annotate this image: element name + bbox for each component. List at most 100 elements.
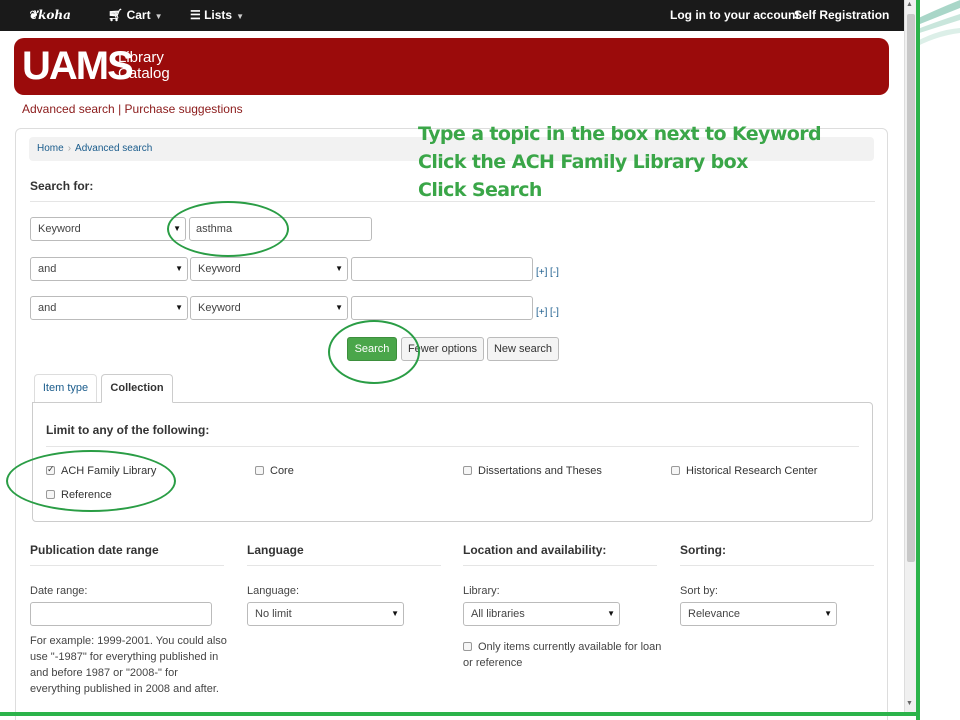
slide: ❦koha 🛒︎ Cart ▼ ☰ Lists ▼ Log in to your a… — [0, 0, 960, 720]
operator-select-3[interactable]: and ▼ — [30, 296, 188, 320]
collection-option-core[interactable]: Core — [255, 465, 294, 477]
scroll-thumb[interactable] — [907, 14, 915, 562]
checkbox[interactable] — [255, 466, 264, 475]
operator-select-2-value: and — [38, 263, 57, 275]
divider — [46, 446, 859, 447]
highlight-ellipse-search — [328, 320, 420, 384]
index-select-2[interactable]: Keyword ▼ — [190, 257, 348, 281]
logo-subtitle-line1: Library — [118, 49, 164, 66]
vertical-scrollbar[interactable]: ▲ ▼ — [904, 0, 916, 712]
option-label: Historical Research Center — [686, 465, 818, 477]
library-select[interactable]: All libraries ▼ — [463, 602, 620, 626]
sort-by-label: Sort by: — [680, 585, 718, 597]
available-only-label: Only items currently available for loan … — [463, 641, 662, 669]
tab-item-type[interactable]: Item type — [34, 374, 97, 402]
instruction-line-2: Click the ACH Family Library box — [418, 151, 748, 173]
chevron-down-icon: ▼ — [175, 303, 183, 312]
top-navbar: ❦koha 🛒︎ Cart ▼ ☰ Lists ▼ Log in to your a… — [0, 0, 904, 31]
uams-logo[interactable]: UAMS — [22, 46, 134, 86]
date-range-input[interactable] — [30, 602, 212, 626]
highlight-ellipse-ach — [6, 450, 176, 512]
limit-label: Limit to any of the following: — [46, 423, 210, 437]
main-panel: Home › Advanced search Search for: Keyword… — [15, 128, 888, 720]
collection-option-dissertations[interactable]: Dissertations and Theses — [463, 465, 602, 477]
checkbox[interactable] — [671, 466, 680, 475]
sub-navigation: Advanced search | Purchase suggestions — [22, 102, 243, 116]
remove-row-2[interactable]: [-] — [550, 267, 559, 278]
search-term-input-2[interactable] — [351, 257, 533, 281]
search-for-heading: Search for: — [30, 179, 94, 193]
subnav-separator: | — [118, 102, 122, 116]
library-select-value: All libraries — [471, 608, 525, 620]
chevron-down-icon: ▼ — [391, 609, 399, 618]
sorting-title: Sorting: — [680, 543, 726, 557]
index-select-2-value: Keyword — [198, 263, 241, 275]
lists-menu[interactable]: ☰ Lists ▼ — [190, 0, 244, 31]
date-range-help: For example: 1999-2001. You could also u… — [30, 635, 227, 695]
operator-select-3-value: and — [38, 302, 57, 314]
collection-option-historical-research[interactable]: Historical Research Center — [671, 465, 817, 477]
index-select-1[interactable]: Keyword ▼ — [30, 217, 186, 241]
slide-frame-right — [916, 0, 920, 720]
koha-logo[interactable]: ❦koha — [28, 0, 71, 31]
scroll-up-icon[interactable]: ▲ — [906, 1, 913, 8]
operator-select-2[interactable]: and ▼ — [30, 257, 188, 281]
sort-by-select-value: Relevance — [688, 608, 740, 620]
cart-menu[interactable]: 🛒︎ Cart ▼ — [108, 0, 163, 31]
available-only-option[interactable]: Only items currently available for loan … — [463, 639, 663, 671]
logo-subtitle-line2: Catalog — [118, 65, 170, 82]
sort-by-select[interactable]: Relevance ▼ — [680, 602, 837, 626]
instruction-line-3: Click Search — [418, 179, 542, 201]
logo-subtitle: Library Catalog — [118, 50, 170, 82]
index-select-1-value: Keyword — [38, 223, 81, 235]
library-label: Library: — [463, 585, 500, 597]
instruction-annotation: Type a topic in the box next to Keyword … — [418, 120, 822, 204]
login-link[interactable]: Log in to your account — [670, 0, 799, 31]
breadcrumb-home[interactable]: Home — [37, 143, 64, 154]
scroll-down-icon[interactable]: ▼ — [906, 700, 913, 707]
chevron-down-icon: ▼ — [175, 264, 183, 273]
index-select-3-value: Keyword — [198, 302, 241, 314]
breadcrumb-separator: › — [67, 143, 72, 154]
index-select-3[interactable]: Keyword ▼ — [190, 296, 348, 320]
koha-leaf-icon: ❦ — [28, 8, 39, 22]
list-icon: ☰ — [190, 8, 205, 22]
option-label: Dissertations and Theses — [478, 465, 602, 477]
library-banner: UAMS Library Catalog — [14, 38, 889, 95]
add-row-3[interactable]: [+] — [536, 307, 547, 318]
chevron-down-icon: ▼ — [607, 609, 615, 618]
chevron-down-icon: ▼ — [236, 12, 245, 21]
cart-label: Cart — [126, 8, 151, 22]
search-term-input-3[interactable] — [351, 296, 533, 320]
checkbox[interactable] — [463, 466, 472, 475]
add-row-2[interactable]: [+] — [536, 267, 547, 278]
divider — [30, 565, 224, 566]
chevron-down-icon: ▼ — [154, 12, 163, 21]
date-range-label: Date range: — [30, 585, 88, 597]
checkbox[interactable] — [463, 642, 472, 651]
language-select-value: No limit — [255, 608, 292, 620]
tab-collection[interactable]: Collection — [101, 374, 173, 403]
language-title: Language — [247, 543, 304, 557]
option-label: Core — [270, 465, 294, 477]
divider — [247, 565, 441, 566]
divider — [680, 565, 874, 566]
pubdate-title: Publication date range — [30, 543, 159, 557]
remove-row-3[interactable]: [-] — [550, 307, 559, 318]
language-select[interactable]: No limit ▼ — [247, 602, 404, 626]
chevron-down-icon: ▼ — [824, 609, 832, 618]
koha-logo-text: koha — [38, 8, 71, 22]
breadcrumb-current[interactable]: Advanced search — [75, 143, 152, 154]
chevron-down-icon: ▼ — [335, 303, 343, 312]
purchase-suggestions-link[interactable]: Purchase suggestions — [125, 102, 243, 116]
slide-frame-bottom — [0, 712, 920, 716]
lists-label: Lists — [204, 8, 233, 22]
new-search-button[interactable]: New search — [487, 337, 559, 361]
highlight-ellipse-keyword — [167, 201, 289, 257]
chevron-down-icon: ▼ — [335, 264, 343, 273]
language-label: Language: — [247, 585, 299, 597]
cart-icon: 🛒︎ — [108, 8, 127, 22]
instruction-line-1: Type a topic in the box next to Keyword — [418, 123, 822, 145]
advanced-search-link[interactable]: Advanced search — [22, 102, 115, 116]
self-registration-link[interactable]: Self Registration — [794, 0, 889, 31]
